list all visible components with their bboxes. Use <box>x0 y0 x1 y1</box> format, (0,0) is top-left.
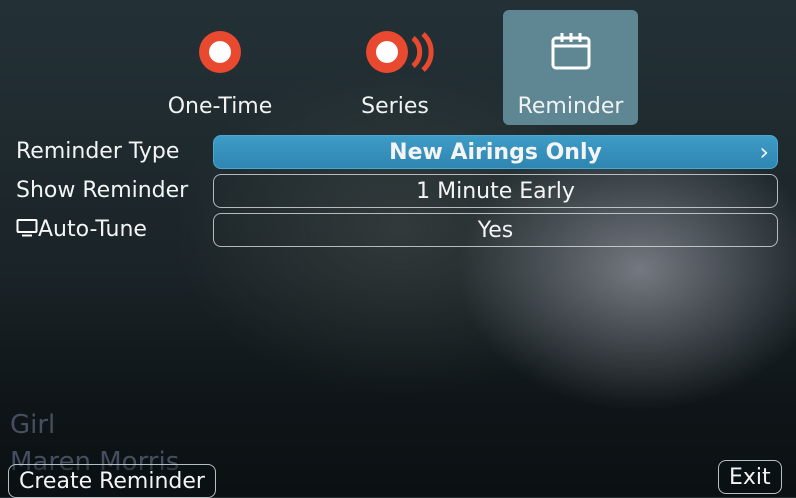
reminder-type-value: New Airings Only <box>389 140 602 165</box>
auto-tune-label-wrap: Auto-Tune <box>16 217 147 242</box>
show-reminder-select[interactable]: 1 Minute Early <box>213 174 778 208</box>
tab-one-time[interactable]: One-Time <box>150 10 290 125</box>
program-title: Girl <box>10 410 56 440</box>
show-reminder-label: Show Reminder <box>16 178 189 203</box>
chevron-right-icon: › <box>759 138 769 166</box>
tv-icon <box>16 219 38 237</box>
exit-button[interactable]: Exit <box>718 460 782 494</box>
tab-one-time-label: One-Time <box>167 94 273 119</box>
reminder-type-label: Reminder Type <box>16 139 180 164</box>
tab-reminder[interactable]: Reminder <box>503 10 638 125</box>
calendar-icon <box>551 33 590 70</box>
show-reminder-value: 1 Minute Early <box>416 179 575 204</box>
create-reminder-button[interactable]: Create Reminder <box>8 464 216 498</box>
tab-series[interactable]: Series <box>325 10 465 125</box>
auto-tune-select[interactable]: Yes <box>213 213 778 247</box>
reminder-type-row: Reminder Type New Airings Only › <box>0 135 796 171</box>
series-record-icon <box>366 31 434 73</box>
auto-tune-value: Yes <box>477 218 514 243</box>
auto-tune-row: Auto-Tune Yes <box>0 213 796 249</box>
tab-series-label: Series <box>361 94 429 119</box>
tab-reminder-label: Reminder <box>517 94 624 119</box>
record-icon <box>199 31 241 73</box>
show-reminder-row: Show Reminder 1 Minute Early <box>0 174 796 210</box>
auto-tune-label: Auto-Tune <box>38 217 147 242</box>
reminder-type-select[interactable]: New Airings Only › <box>213 135 778 169</box>
recording-options-tabs: One-Time Series Reminder <box>150 10 645 128</box>
